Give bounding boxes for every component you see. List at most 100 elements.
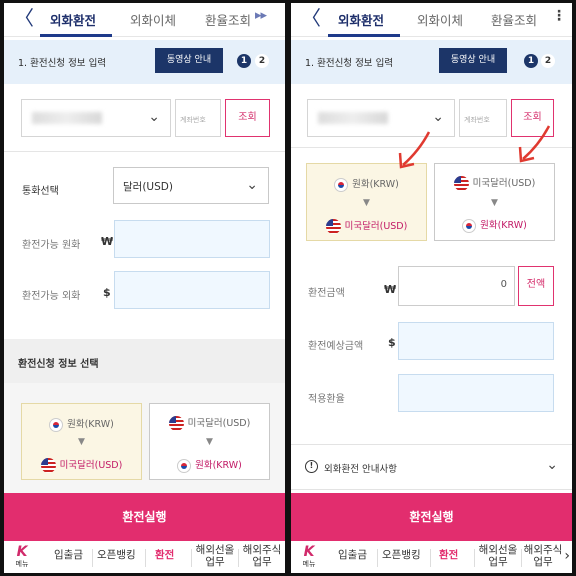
video-guide-button[interactable]: 동영상 안내 xyxy=(155,48,223,73)
avail-krw-field xyxy=(114,220,270,258)
back-icon[interactable]: 〈 xyxy=(14,7,34,29)
divider xyxy=(474,549,475,567)
step-title: 1. 환전신청 정보 입력 xyxy=(305,58,394,69)
krw-to-usd-card[interactable]: 원화(KRW) ▼ 미국달러(USD) xyxy=(306,163,427,241)
krw-to-usd-card[interactable]: 원화(KRW) ▼ 미국달러(USD) xyxy=(21,403,142,480)
account-select[interactable]: ⌄ xyxy=(21,99,171,137)
avail-krw-label: 환전가능 원화 xyxy=(22,240,81,251)
rate-field xyxy=(398,374,554,412)
arrow-down-icon: ▼ xyxy=(206,437,213,447)
info-text: 외화환전 안내사항 xyxy=(324,464,397,475)
tab-rate-lookup[interactable]: 환율조회 xyxy=(491,10,537,29)
tab-fx-exchange[interactable]: 외화환전 xyxy=(338,10,384,29)
right-screen: 〈 외화환전 외화이체 환율조회 ⋮ 1. 환전신청 정보 입력 동영상 안내 … xyxy=(291,3,572,573)
divider xyxy=(191,549,192,567)
divider xyxy=(430,549,431,567)
step-bar: 1. 환전신청 정보 입력 동영상 안내 1 2 xyxy=(4,40,285,84)
menu-button[interactable]: K 메뉴 xyxy=(299,544,319,569)
korea-flag-icon xyxy=(177,458,192,473)
avail-fx-field xyxy=(114,271,270,309)
step-title: 1. 환전신청 정보 입력 xyxy=(18,58,107,69)
expected-amount-field xyxy=(398,322,554,360)
execute-button[interactable]: 환전실행 xyxy=(291,493,572,541)
left-screen: 〈 외화환전 외화이체 환율조회 ▸▸ 1. 환전신청 정보 입력 동영상 안내… xyxy=(4,3,285,573)
card-from-row: 미국달러(USD) xyxy=(435,175,554,191)
nav-overseas-remit[interactable]: 해외선올 업무 xyxy=(195,544,235,568)
pin-input[interactable]: 계좌번호 xyxy=(459,99,507,137)
expected-amount-label: 환전예상금액 xyxy=(308,341,364,352)
chevron-right-icon[interactable]: › xyxy=(564,548,570,564)
nav-overseas-stock[interactable]: 해외주식 업무 xyxy=(242,544,282,568)
section-header: 환전신청 정보 선택 xyxy=(4,339,285,383)
info-icon: ! xyxy=(305,460,318,473)
annotation-arrow-icon xyxy=(518,125,551,163)
step-bar: 1. 환전신청 정보 입력 동영상 안내 1 2 xyxy=(291,40,572,84)
nav-overseas-remit[interactable]: 해외선올 업무 xyxy=(478,544,518,568)
nav-exchange[interactable]: 환전 xyxy=(155,549,174,561)
amount-input[interactable]: 0 xyxy=(398,266,515,306)
nav-open-banking[interactable]: 오픈뱅킹 xyxy=(97,549,136,561)
korea-flag-icon xyxy=(49,417,64,432)
menu-label: 메뉴 xyxy=(15,560,29,568)
usd-to-krw-card[interactable]: 미국달러(USD) ▼ 원화(KRW) xyxy=(434,163,555,241)
chevron-down-icon: ⌄ xyxy=(432,109,444,125)
nav-deposit[interactable]: 입출금 xyxy=(54,549,83,561)
nav-exchange[interactable]: 환전 xyxy=(439,549,458,561)
tab-fx-transfer[interactable]: 외화이체 xyxy=(130,10,176,29)
usa-flag-icon xyxy=(453,176,469,191)
menu-label: 메뉴 xyxy=(302,560,316,568)
usd-to-krw-card[interactable]: 미국달러(USD) ▼ 원화(KRW) xyxy=(149,403,270,480)
card-from-row: 미국달러(USD) xyxy=(150,415,269,431)
step-2-indicator: 2 xyxy=(255,54,269,68)
k-logo-icon: K xyxy=(16,544,28,560)
pin-input[interactable]: 계좌번호 xyxy=(175,99,221,137)
search-button[interactable]: 조회 xyxy=(225,99,270,137)
korea-flag-icon xyxy=(334,177,349,192)
won-symbol: ₩ xyxy=(101,235,114,248)
avail-fx-label: 환전가능 외화 xyxy=(22,291,81,302)
account-number-blurred xyxy=(32,112,102,124)
tab-fx-transfer[interactable]: 외화이체 xyxy=(417,10,463,29)
chevron-down-icon: ⌄ xyxy=(546,457,558,473)
card-from-row: 원화(KRW) xyxy=(307,176,426,192)
full-amount-button[interactable]: 전액 xyxy=(518,266,554,306)
usa-flag-icon xyxy=(168,416,184,431)
usa-flag-icon xyxy=(40,458,56,473)
more-icon[interactable]: ⋮ xyxy=(552,8,566,24)
divider xyxy=(145,549,146,567)
k-logo-icon: K xyxy=(303,544,315,560)
card-to-row: 미국달러(USD) xyxy=(307,218,426,234)
card-from-row: 원화(KRW) xyxy=(22,416,141,432)
card-to-row: 미국달러(USD) xyxy=(22,457,141,473)
card-to-row: 원화(KRW) xyxy=(150,457,269,473)
nav-deposit[interactable]: 입출금 xyxy=(338,549,367,561)
nav-overseas-stock[interactable]: 해외주식 업무 xyxy=(523,544,563,568)
tabs-more-icon[interactable]: ▸▸ xyxy=(255,8,267,23)
divider xyxy=(4,151,285,152)
info-accordion[interactable]: ! 외화환전 안내사항 ⌄ xyxy=(291,444,572,490)
bottom-nav: K 메뉴 입출금 오픈뱅킹 환전 해외선올 업무 해외주식 업무 › xyxy=(291,543,572,573)
back-icon[interactable]: 〈 xyxy=(301,7,321,29)
dollar-symbol: $ xyxy=(388,336,396,349)
arrow-down-icon: ▼ xyxy=(491,198,498,208)
card-to-row: 원화(KRW) xyxy=(435,217,554,233)
execute-button[interactable]: 환전실행 xyxy=(4,493,285,541)
step-2-indicator: 2 xyxy=(541,54,555,68)
step-1-indicator: 1 xyxy=(524,54,538,68)
amount-label: 환전금액 xyxy=(308,288,345,299)
divider xyxy=(92,549,93,567)
divider xyxy=(238,549,239,567)
arrow-down-icon: ▼ xyxy=(363,198,370,208)
bottom-nav: K 메뉴 입출금 오픈뱅킹 환전 해외선올 업무 해외주식 업무 xyxy=(4,543,285,573)
korea-flag-icon xyxy=(462,218,477,233)
menu-button[interactable]: K 메뉴 xyxy=(12,544,32,569)
video-guide-button[interactable]: 동영상 안내 xyxy=(439,48,507,73)
annotation-arrow-icon xyxy=(398,131,431,169)
tab-rate-lookup[interactable]: 환율조회 xyxy=(205,10,251,29)
tab-fx-exchange[interactable]: 외화환전 xyxy=(50,10,96,29)
currency-select[interactable]: 달러(USD) ⌄ xyxy=(113,167,269,204)
nav-open-banking[interactable]: 오픈뱅킹 xyxy=(382,549,421,561)
currency-value: 달러(USD) xyxy=(123,181,173,193)
chevron-down-icon: ⌄ xyxy=(148,109,160,125)
section-title: 환전신청 정보 선택 xyxy=(18,359,99,370)
